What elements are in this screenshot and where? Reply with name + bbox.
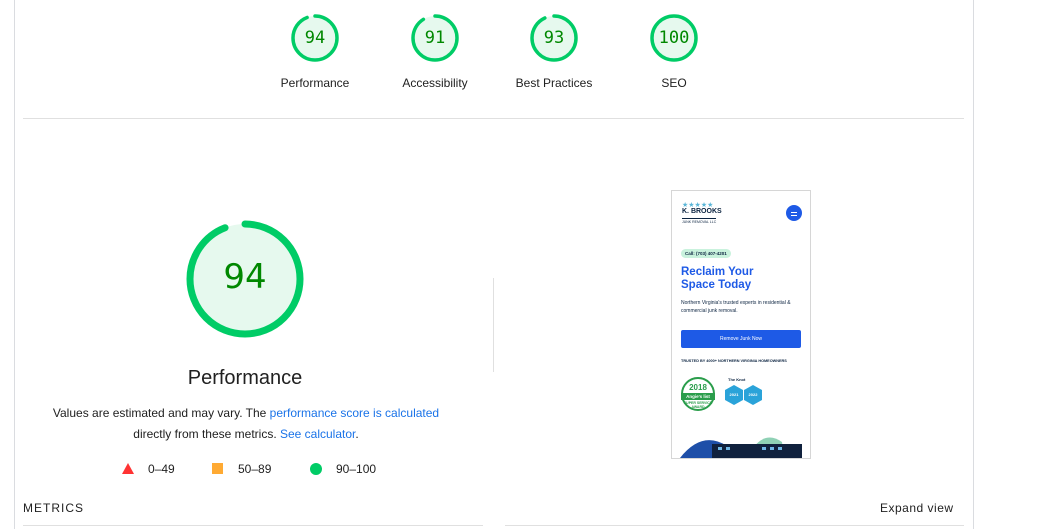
metrics-heading: METRICS xyxy=(23,501,84,515)
legend-range: 90–100 xyxy=(336,462,377,476)
expand-view-toggle[interactable]: Expand view xyxy=(880,501,954,515)
brand-logo: K. BROOKS xyxy=(682,208,722,215)
gauge-performance[interactable]: 94 Performance xyxy=(260,13,370,90)
hex-badge: 2021 xyxy=(725,385,743,405)
brand-subtitle: JUNK REMOVAL LLC xyxy=(682,218,717,224)
performance-score: 94 xyxy=(223,257,267,297)
green-circle-icon xyxy=(310,463,322,475)
hamburger-menu-icon xyxy=(786,205,802,221)
section-divider xyxy=(23,118,964,119)
knot-label: The Knot xyxy=(728,377,746,382)
award-year: 2018 xyxy=(689,383,707,392)
description-text: Values are estimated and may vary. The xyxy=(52,406,270,420)
cta-button: Remove Junk Now xyxy=(681,330,801,348)
performance-title: Performance xyxy=(187,367,303,389)
metrics-divider xyxy=(23,525,483,526)
gauge-best-practices[interactable]: 93 Best Practices xyxy=(499,13,609,90)
skyline-illustration xyxy=(680,437,802,458)
orange-square-icon xyxy=(212,463,223,474)
description-text: . xyxy=(355,427,359,441)
score-description: Values are estimated and may vary. The p… xyxy=(30,403,462,445)
hex-badge: 2022 xyxy=(744,385,762,405)
red-triangle-icon xyxy=(122,463,134,474)
gauge-label: Best Practices xyxy=(515,76,593,90)
hero-subtext: Northern Virginia's trusted experts in r… xyxy=(681,300,791,314)
gauge-score: 93 xyxy=(543,28,565,48)
score-gauges: 94 Performance 91 Accessibility 93 Best … xyxy=(15,0,973,109)
description-text: directly from these metrics. xyxy=(133,427,280,441)
report-card: 94 Performance 91 Accessibility 93 Best … xyxy=(14,0,974,529)
gauge-score: 100 xyxy=(658,28,690,48)
gauge-score: 91 xyxy=(424,28,446,48)
gauge-accessibility[interactable]: 91 Accessibility xyxy=(380,13,490,90)
see-calculator-link[interactable]: See calculator xyxy=(280,427,355,441)
page-screenshot-thumbnail[interactable]: ★★★★★ K. BROOKS JUNK REMOVAL LLC Call: (… xyxy=(671,190,811,459)
gauge-label: Performance xyxy=(280,76,350,90)
call-pill: Call: (703) 407-4201 xyxy=(681,249,731,258)
trusted-text: TRUSTED BY 4000+ NORTHERN VIRGINIA HOMEO… xyxy=(681,359,787,363)
gauge-score: 94 xyxy=(304,28,326,48)
award-subtitle: SUPER SERVICE AWARD xyxy=(683,401,713,409)
performance-gauge-large: 94 xyxy=(184,218,306,340)
gauge-label: SEO xyxy=(661,76,687,90)
hero-heading: Reclaim Your Space Today xyxy=(681,266,754,291)
legend-range: 50–89 xyxy=(238,462,272,476)
performance-score-link[interactable]: performance score is calculated xyxy=(270,406,439,420)
award-name: Angie's list xyxy=(681,393,715,400)
legend-range: 0–49 xyxy=(148,462,175,476)
vertical-divider xyxy=(493,278,494,372)
gauge-label: Accessibility xyxy=(402,76,468,90)
award-badge: 2018 Angie's list SUPER SERVICE AWARD xyxy=(681,377,715,411)
gauge-seo[interactable]: 100 SEO xyxy=(619,13,729,90)
metrics-divider xyxy=(505,525,964,526)
